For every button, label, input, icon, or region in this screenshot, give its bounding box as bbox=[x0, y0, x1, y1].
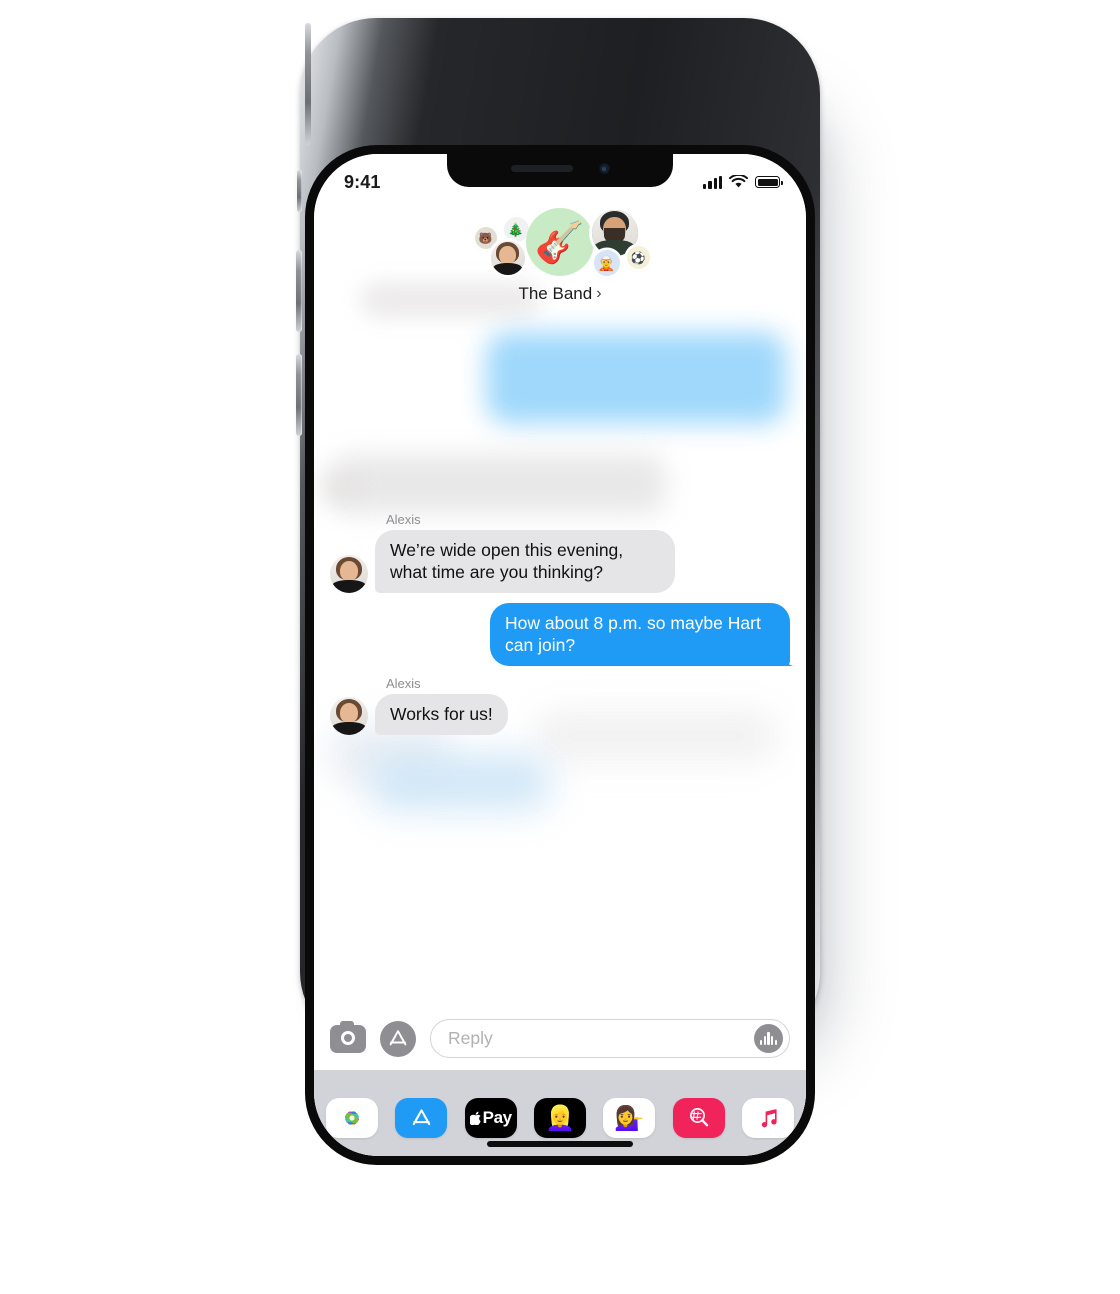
phone-bezel: 9:41 🐻 🎄 🎸 🧝 ⚽ The Band › Alexis We’re w… bbox=[305, 145, 815, 1165]
guitar-emoji-icon: 🎸 bbox=[534, 220, 585, 265]
earpiece-speaker-icon bbox=[510, 165, 573, 172]
group-name-button[interactable]: The Band › bbox=[518, 284, 601, 304]
phone-screen: 9:41 🐻 🎄 🎸 🧝 ⚽ The Band › Alexis We’re w… bbox=[314, 154, 806, 1156]
blurred-message-bubble bbox=[486, 332, 786, 424]
app-store-icon bbox=[389, 1029, 407, 1045]
woman-photo-icon bbox=[490, 241, 525, 275]
message-sender-label: Alexis bbox=[386, 512, 421, 527]
app-drawer-item-images[interactable] bbox=[672, 1098, 725, 1138]
message-sender-label: Alexis bbox=[386, 676, 421, 692]
home-indicator[interactable] bbox=[487, 1141, 633, 1147]
iphone-device: 9:41 🐻 🎄 🎸 🧝 ⚽ The Band › Alexis We’re w… bbox=[296, 18, 820, 1165]
app-drawer-item-app-store[interactable] bbox=[395, 1098, 448, 1138]
chevron-right-icon: › bbox=[596, 285, 602, 302]
memoji-sticker-icon: 🧝 bbox=[597, 254, 616, 271]
music-note-icon bbox=[761, 1109, 777, 1128]
sender-avatar[interactable] bbox=[330, 697, 368, 736]
screenshot-canvas: 9:41 🐻 🎄 🎸 🧝 ⚽ The Band › Alexis We’re w… bbox=[0, 0, 1120, 1294]
incoming-message-bubble[interactable]: Works for us! bbox=[375, 694, 508, 736]
camera-button[interactable] bbox=[330, 1020, 366, 1053]
participant-avatar-3[interactable] bbox=[490, 241, 525, 275]
participant-avatar-2[interactable]: 🎄 bbox=[503, 217, 529, 242]
app-drawer-item-photos[interactable] bbox=[326, 1098, 378, 1138]
app-drawer-item-music[interactable] bbox=[741, 1098, 794, 1138]
app-store-icon bbox=[412, 1108, 431, 1125]
status-indicators bbox=[703, 175, 783, 189]
mute-switch-button[interactable] bbox=[297, 170, 302, 212]
conversation-scroll-area[interactable]: 🐻 🎄 🎸 🧝 ⚽ The Band › Alexis We’re wide o… bbox=[314, 154, 806, 1009]
wifi-icon bbox=[729, 175, 748, 188]
blurred-message-bubble bbox=[370, 754, 550, 810]
group-header[interactable]: 🐻 🎄 🎸 🧝 ⚽ The Band › bbox=[314, 206, 806, 304]
app-drawer-item-memoji-stickers[interactable]: 💁‍♀️ bbox=[603, 1098, 656, 1138]
apple-pay-label: Pay bbox=[482, 1108, 512, 1127]
app-drawer-item-memoji[interactable]: 👱‍♀️ bbox=[533, 1098, 586, 1138]
message-row[interactable]: Works for us! bbox=[330, 694, 790, 736]
volume-up-button[interactable] bbox=[296, 250, 302, 332]
message-group-1: Alexis We’re wide open this evening, wha… bbox=[330, 512, 790, 603]
app-store-button[interactable] bbox=[380, 1020, 416, 1057]
group-main-avatar[interactable]: 🎸 bbox=[525, 208, 594, 276]
photos-icon bbox=[345, 1111, 359, 1125]
volume-down-button[interactable] bbox=[296, 354, 302, 436]
imessage-app-drawer: Pay 👱‍♀️ 💁‍♀️ bbox=[314, 1070, 806, 1156]
status-time: 9:41 bbox=[344, 171, 381, 192]
blurred-avatar bbox=[322, 470, 356, 504]
message-list: Alexis We’re wide open this evening, wha… bbox=[314, 512, 806, 745]
hashtag-images-icon bbox=[689, 1108, 708, 1127]
blurred-message-bubble bbox=[336, 454, 666, 514]
message-row[interactable]: How about 8 p.m. so maybe Hart can join? bbox=[330, 603, 790, 667]
apple-logo-icon bbox=[469, 1111, 481, 1125]
message-row[interactable]: We’re wide open this evening, what time … bbox=[330, 530, 790, 594]
reply-input-field[interactable]: Reply bbox=[430, 1019, 790, 1058]
soccer-emoji-icon: ⚽ bbox=[630, 250, 646, 265]
message-group-3: Alexis Works for us! bbox=[330, 676, 790, 745]
notch bbox=[447, 154, 673, 187]
apple-pay-icon: Pay bbox=[469, 1108, 512, 1128]
power-button[interactable] bbox=[305, 23, 311, 145]
message-group-2: How about 8 p.m. so maybe Hart can join? bbox=[330, 603, 790, 676]
woman-photo-icon bbox=[330, 697, 368, 736]
front-camera-icon bbox=[598, 163, 610, 174]
sender-avatar[interactable] bbox=[330, 555, 368, 594]
messages-conversation: 🐻 🎄 🎸 🧝 ⚽ The Band › Alexis We’re wide o… bbox=[314, 154, 806, 1156]
signal-bars-icon bbox=[703, 175, 722, 189]
group-name-label: The Band bbox=[518, 284, 593, 303]
group-avatar-cluster[interactable]: 🐻 🎄 🎸 🧝 ⚽ bbox=[453, 206, 668, 278]
outgoing-message-bubble[interactable]: How about 8 p.m. so maybe Hart can join? bbox=[490, 603, 790, 667]
audio-message-button[interactable] bbox=[754, 1024, 783, 1053]
app-drawer-item-apple-pay[interactable]: Pay bbox=[464, 1098, 517, 1138]
woman-photo-icon bbox=[330, 555, 368, 594]
message-input-bar: Reply bbox=[314, 1009, 806, 1070]
memoji-sticker-icon: 💁‍♀️ bbox=[614, 1104, 645, 1132]
memoji-face-icon: 👱‍♀️ bbox=[545, 1104, 575, 1132]
incoming-message-bubble[interactable]: We’re wide open this evening, what time … bbox=[375, 530, 675, 594]
participant-avatar-5[interactable]: 🧝 bbox=[593, 250, 620, 276]
memoji-sticker-icon: 🎄 bbox=[507, 221, 525, 237]
participant-avatar-6[interactable]: ⚽ bbox=[626, 246, 650, 269]
battery-full-icon bbox=[755, 176, 783, 188]
reply-placeholder: Reply bbox=[448, 1028, 493, 1048]
